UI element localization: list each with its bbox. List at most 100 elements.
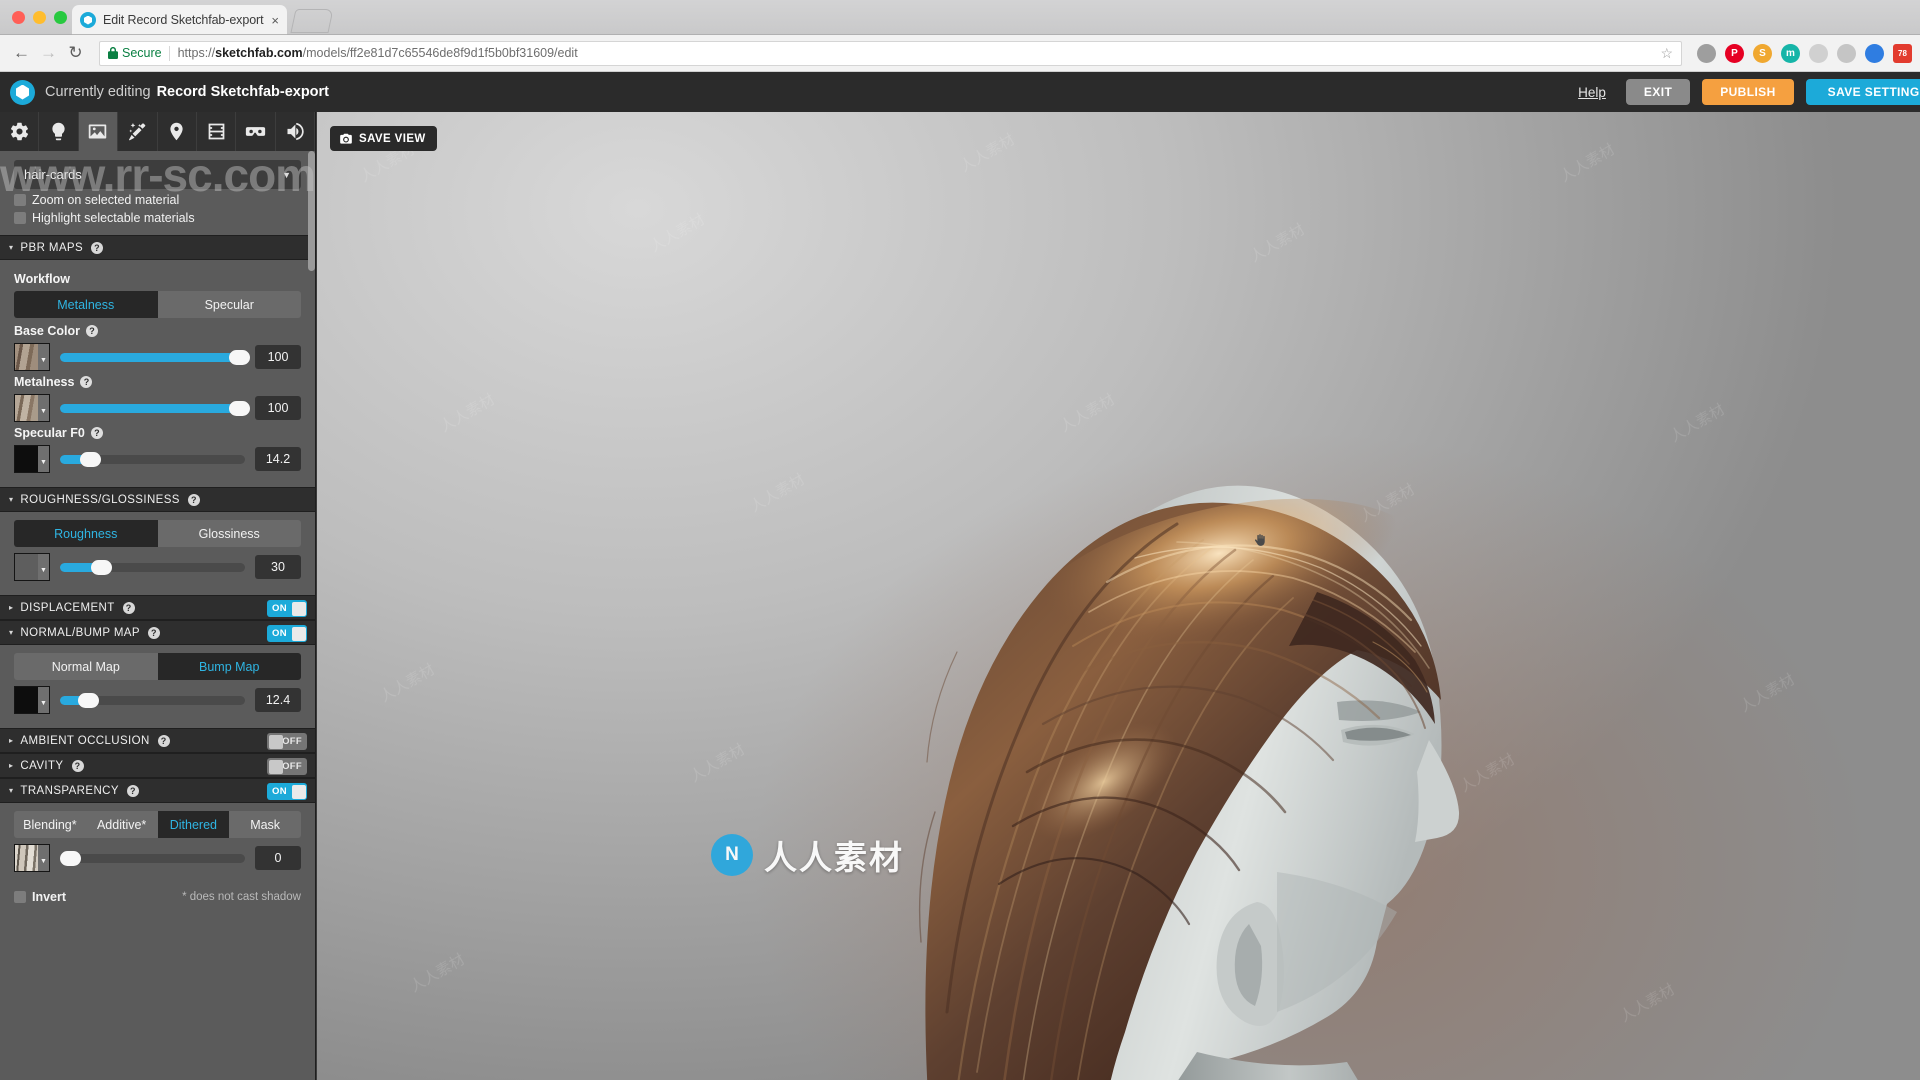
invert-checkbox-row[interactable]: Invert * does not cast shadow	[0, 886, 315, 904]
help-icon[interactable]: ?	[122, 601, 135, 614]
publish-button[interactable]: PUBLISH	[1702, 79, 1794, 105]
bump-map-value[interactable]: 12.4	[255, 688, 301, 712]
glossiness-option[interactable]: Glossiness	[158, 520, 302, 547]
help-icon[interactable]: ?	[157, 734, 170, 747]
additive-option[interactable]: Additive*	[86, 811, 158, 838]
help-icon[interactable]: ?	[187, 493, 200, 506]
help-icon[interactable]: ?	[91, 241, 104, 254]
roughness-option[interactable]: Roughness	[14, 520, 158, 547]
slider-knob[interactable]	[229, 349, 251, 365]
section-header-transparency[interactable]: ▾ TRANSPARENCY ? ON	[0, 778, 315, 803]
vr-tab[interactable]	[236, 112, 276, 151]
maximize-window-button[interactable]	[54, 11, 67, 24]
help-icon[interactable]: ?	[86, 325, 98, 337]
mega-extension-icon[interactable]: m	[1781, 43, 1800, 63]
slider-knob[interactable]	[60, 850, 81, 866]
dithered-option[interactable]: Dithered	[157, 811, 230, 838]
back-button[interactable]: ←	[8, 40, 35, 67]
base-color-value[interactable]: 100	[255, 345, 301, 369]
save-view-button[interactable]: SAVE VIEW	[330, 126, 437, 151]
section-header-pbr-maps[interactable]: ▾ PBR MAPS ?	[0, 235, 315, 260]
transparency-texture-swatch[interactable]: ▼	[14, 844, 50, 872]
metalness-slider[interactable]	[60, 400, 251, 416]
scene-settings-tab[interactable]	[0, 112, 40, 151]
transparency-slider[interactable]	[60, 850, 245, 866]
chevron-down-icon[interactable]: ▼	[38, 344, 49, 370]
reload-button[interactable]: ↻	[62, 40, 89, 67]
animation-tab[interactable]	[197, 112, 237, 151]
workflow-option-metalness[interactable]: Metalness	[14, 291, 158, 318]
displacement-toggle[interactable]: ON	[267, 600, 307, 617]
bookmark-star-icon[interactable]: ☆	[1660, 45, 1673, 62]
materials-tab[interactable]	[78, 112, 119, 151]
slider-knob[interactable]	[77, 692, 99, 708]
minimize-window-button[interactable]	[33, 11, 46, 24]
counter-extension-icon[interactable]: 78	[1893, 43, 1912, 63]
metalness-texture-swatch[interactable]: ▼	[14, 394, 50, 422]
post-processing-tab[interactable]	[118, 112, 158, 151]
transparency-toggle[interactable]: ON	[267, 783, 307, 800]
section-header-cavity[interactable]: ▸ CAVITY ? OFF	[0, 753, 315, 778]
new-tab-button[interactable]	[290, 9, 334, 33]
help-icon[interactable]: ?	[71, 759, 84, 772]
help-link[interactable]: Help	[1578, 85, 1606, 100]
mask-option[interactable]: Mask	[229, 811, 301, 838]
chevron-down-icon[interactable]: ▼	[38, 554, 49, 580]
disclosure-triangle-icon: ▸	[9, 760, 14, 770]
browser-tab-active[interactable]: Edit Record Sketchfab-export ×	[72, 5, 287, 35]
section-header-displacement[interactable]: ▸ DISPLACEMENT ? ON	[0, 595, 315, 620]
sketchfab-logo-icon[interactable]	[10, 79, 35, 105]
bump-map-slider[interactable]	[60, 692, 245, 708]
slider-knob[interactable]	[229, 400, 251, 416]
slider-knob[interactable]	[79, 451, 101, 467]
3d-viewport[interactable]: SAVE VIEW 人人素材 人人素材 人人素材 人人素材 人人素材 人人素材 …	[317, 112, 1920, 1080]
blending-option[interactable]: Blending*	[14, 811, 86, 838]
save-settings-button[interactable]: SAVE SETTINGS	[1805, 79, 1920, 105]
section-header-ambient-occlusion[interactable]: ▸ AMBIENT OCCLUSION ? OFF	[0, 728, 315, 753]
address-bar[interactable]: Secure https://sketchfab.com/models/ff2e…	[99, 40, 1682, 66]
normal-map-option[interactable]: Normal Map	[14, 653, 158, 680]
help-icon[interactable]: ?	[90, 427, 103, 439]
specular-f0-slider[interactable]	[60, 451, 245, 467]
specular-f0-texture-swatch[interactable]: ▼	[14, 445, 50, 473]
specular-f0-value[interactable]: 14.2	[255, 447, 301, 471]
help-icon[interactable]: ?	[147, 626, 160, 639]
chevron-down-icon[interactable]: ▼	[38, 845, 49, 871]
workflow-option-specular[interactable]: Specular	[158, 291, 302, 318]
chevron-down-icon[interactable]: ▼	[38, 687, 49, 713]
globe-extension-icon[interactable]	[1837, 43, 1856, 63]
roughness-texture-swatch[interactable]: ▼	[14, 553, 50, 581]
roughness-value[interactable]: 30	[255, 555, 301, 579]
section-header-roughness-glossiness[interactable]: ▾ ROUGHNESS/GLOSSINESS ?	[0, 487, 315, 512]
bump-map-texture-swatch[interactable]: ▼	[14, 686, 50, 714]
lighting-tab[interactable]	[39, 112, 79, 151]
normal-bump-map-toggle[interactable]: ON	[267, 625, 307, 642]
editor-header-actions: Help EXIT PUBLISH SAVE SETTINGS	[1578, 79, 1920, 105]
close-window-button[interactable]	[12, 11, 25, 24]
cloud-extension-icon[interactable]	[1809, 43, 1828, 63]
base-color-slider[interactable]	[60, 349, 251, 365]
chevron-down-icon[interactable]: ▼	[38, 395, 49, 421]
forward-button[interactable]: →	[35, 40, 62, 67]
cavity-toggle[interactable]: OFF	[267, 758, 307, 775]
base-color-texture-swatch[interactable]: ▼	[14, 343, 50, 371]
slider-knob[interactable]	[90, 559, 112, 575]
ambient-occlusion-toggle[interactable]: OFF	[267, 733, 307, 750]
help-icon[interactable]: ?	[126, 784, 139, 797]
transparency-value[interactable]: 0	[255, 846, 301, 870]
chevron-down-icon[interactable]: ▼	[38, 446, 49, 472]
exit-button[interactable]: EXIT	[1625, 79, 1691, 105]
help-icon[interactable]: ?	[80, 376, 93, 388]
highlight-selectable-materials-checkbox[interactable]: Highlight selectable materials	[0, 207, 315, 225]
pocket-extension-icon[interactable]	[1697, 43, 1716, 63]
section-header-normal-bump-map[interactable]: ▾ NORMAL/BUMP MAP ? ON	[0, 620, 315, 645]
screencast-extension-icon[interactable]: S	[1753, 43, 1772, 63]
roughness-slider[interactable]	[60, 559, 245, 575]
close-tab-icon[interactable]: ×	[271, 14, 279, 27]
bump-map-option[interactable]: Bump Map	[157, 653, 301, 680]
pinterest-extension-icon[interactable]: P	[1725, 43, 1744, 63]
annotations-tab[interactable]	[158, 112, 197, 151]
video-extension-icon[interactable]	[1865, 43, 1884, 63]
metalness-value[interactable]: 100	[255, 396, 301, 420]
sound-tab[interactable]	[276, 112, 315, 151]
